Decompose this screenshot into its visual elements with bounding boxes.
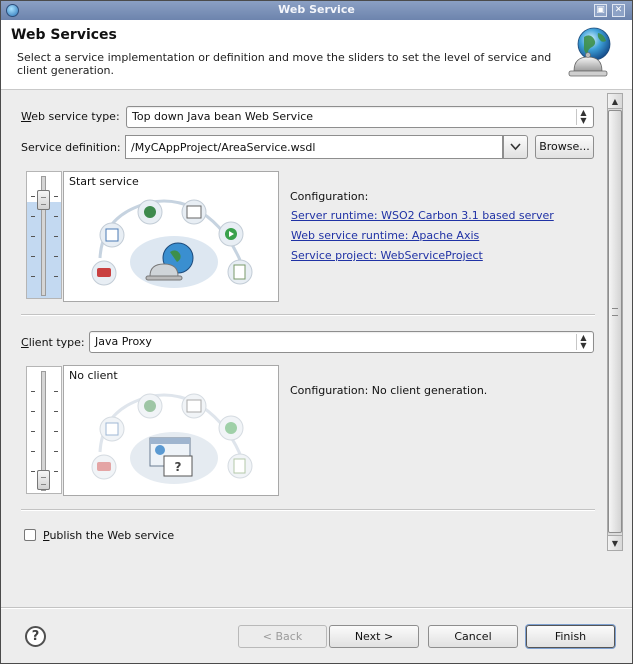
window-title: Web Service bbox=[278, 3, 355, 16]
step-develop-icon bbox=[105, 422, 119, 436]
client-type-select[interactable]: Java Proxy ▲ ▼ bbox=[89, 331, 594, 353]
slider-tick bbox=[31, 431, 35, 432]
slider-tick bbox=[31, 196, 35, 197]
client-configuration-text: Configuration: No client generation. bbox=[290, 384, 488, 397]
service-definition-label: Service definition: bbox=[21, 141, 121, 154]
step-install-icon bbox=[186, 399, 202, 413]
client-slider[interactable] bbox=[26, 366, 62, 494]
slider-tick bbox=[54, 391, 58, 392]
step-assemble-icon bbox=[97, 268, 111, 277]
section-separator bbox=[21, 509, 595, 511]
service-definition-dropdown[interactable] bbox=[503, 135, 528, 159]
client-type-label: Client type: bbox=[21, 336, 85, 349]
slider-tick bbox=[31, 276, 35, 277]
slider-tick bbox=[31, 216, 35, 217]
step-assemble-icon bbox=[97, 462, 111, 471]
step-develop-icon bbox=[105, 228, 119, 242]
restore-icon[interactable]: ▣ bbox=[594, 4, 607, 17]
slider-tick bbox=[54, 431, 58, 432]
page-description: Select a service implementation or defin… bbox=[17, 51, 552, 77]
wizard-banner: Web Services Select a service implementa… bbox=[1, 20, 632, 90]
service-slider-thumb[interactable] bbox=[37, 190, 50, 210]
client-type-value: Java Proxy bbox=[95, 335, 152, 348]
scroll-down-icon[interactable]: ▼ bbox=[608, 535, 622, 550]
slider-tick bbox=[54, 236, 58, 237]
browse-button[interactable]: Browse... bbox=[535, 135, 594, 159]
help-icon[interactable]: ? bbox=[25, 626, 46, 647]
slider-tick bbox=[54, 451, 58, 452]
finish-button[interactable]: Finish bbox=[526, 625, 615, 648]
slider-tick bbox=[54, 196, 58, 197]
step-test-icon bbox=[233, 264, 246, 280]
service-illustration-panel: Start service bbox=[63, 171, 279, 302]
slider-tick bbox=[54, 471, 58, 472]
combo-updown-icon: ▲ ▼ bbox=[576, 109, 590, 125]
step-deploy-icon bbox=[144, 206, 156, 218]
slider-tick bbox=[31, 451, 35, 452]
web-service-runtime-link[interactable]: Web service runtime: Apache Axis bbox=[291, 229, 479, 242]
web-service-type-label: Web service type: bbox=[21, 110, 120, 123]
service-configuration-label: Configuration: bbox=[290, 190, 369, 203]
publish-label[interactable]: Publish the Web service bbox=[43, 529, 174, 542]
client-illustration-panel: No client ? bbox=[63, 365, 279, 496]
next-button[interactable]: Next > bbox=[329, 625, 419, 648]
step-test-icon bbox=[233, 458, 246, 474]
chevron-down-icon bbox=[510, 143, 521, 151]
svg-text:?: ? bbox=[175, 460, 182, 474]
footer-separator bbox=[1, 607, 632, 609]
section-separator bbox=[21, 314, 595, 316]
close-icon[interactable]: ✕ bbox=[612, 4, 625, 17]
slider-tick bbox=[54, 216, 58, 217]
page-title: Web Services bbox=[11, 27, 117, 43]
client-slider-thumb[interactable] bbox=[37, 470, 50, 490]
slider-tick bbox=[31, 411, 35, 412]
step-start-icon bbox=[225, 422, 237, 434]
wizard-content: Web service type: Top down Java bean Web… bbox=[1, 91, 632, 553]
server-runtime-link[interactable]: Server runtime: WSO2 Carbon 3.1 based se… bbox=[291, 209, 554, 222]
service-slider[interactable] bbox=[26, 171, 62, 299]
web-service-globe-bell-icon bbox=[568, 27, 611, 77]
scroll-up-icon[interactable]: ▲ bbox=[608, 94, 622, 109]
service-project-link[interactable]: Service project: WebServiceProject bbox=[291, 249, 483, 262]
publish-checkbox[interactable] bbox=[24, 529, 36, 541]
slider-tick bbox=[31, 236, 35, 237]
slider-tick bbox=[31, 391, 35, 392]
service-lifecycle-diagram bbox=[91, 199, 253, 288]
service-definition-input[interactable]: /MyCAppProject/AreaService.wsdl bbox=[125, 135, 503, 159]
slider-tick bbox=[54, 411, 58, 412]
slider-tick bbox=[54, 256, 58, 257]
slider-tick bbox=[54, 276, 58, 277]
cancel-button[interactable]: Cancel bbox=[428, 625, 518, 648]
slider-tick bbox=[31, 471, 35, 472]
slider-tick bbox=[31, 256, 35, 257]
title-bar[interactable]: Web Service ▣ ✕ bbox=[1, 1, 632, 20]
scrollbar-thumb[interactable] bbox=[608, 110, 622, 533]
combo-updown-icon: ▲ ▼ bbox=[576, 334, 590, 350]
step-install-icon bbox=[186, 205, 202, 219]
client-lifecycle-diagram: ? bbox=[91, 393, 253, 484]
web-service-dialog: Web Service ▣ ✕ Web Services Select a se… bbox=[0, 0, 633, 664]
content-scrollbar[interactable]: ▲ ▼ bbox=[607, 93, 623, 551]
web-service-type-select[interactable]: Top down Java bean Web Service ▲ ▼ bbox=[126, 106, 594, 128]
web-service-type-value: Top down Java bean Web Service bbox=[132, 110, 314, 123]
step-deploy-icon bbox=[144, 400, 156, 412]
back-button[interactable]: < Back bbox=[238, 625, 327, 648]
